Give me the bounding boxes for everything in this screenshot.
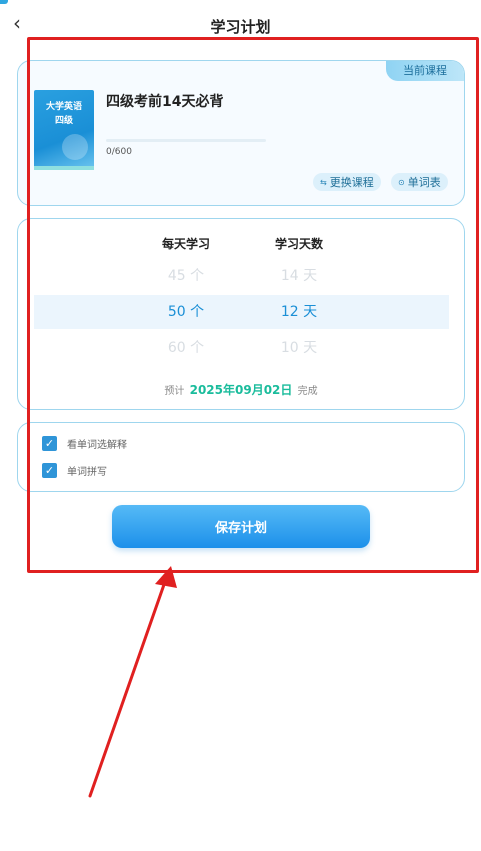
study-plan-page: ‹ 学习计划 当前课程 大学英语 四级 四级考前14天必背 0/600 ⇆ 更换… <box>0 0 481 851</box>
page-title: 学习计划 <box>210 18 271 36</box>
status-accent <box>0 0 8 4</box>
annotation-highlight-box <box>27 37 479 573</box>
